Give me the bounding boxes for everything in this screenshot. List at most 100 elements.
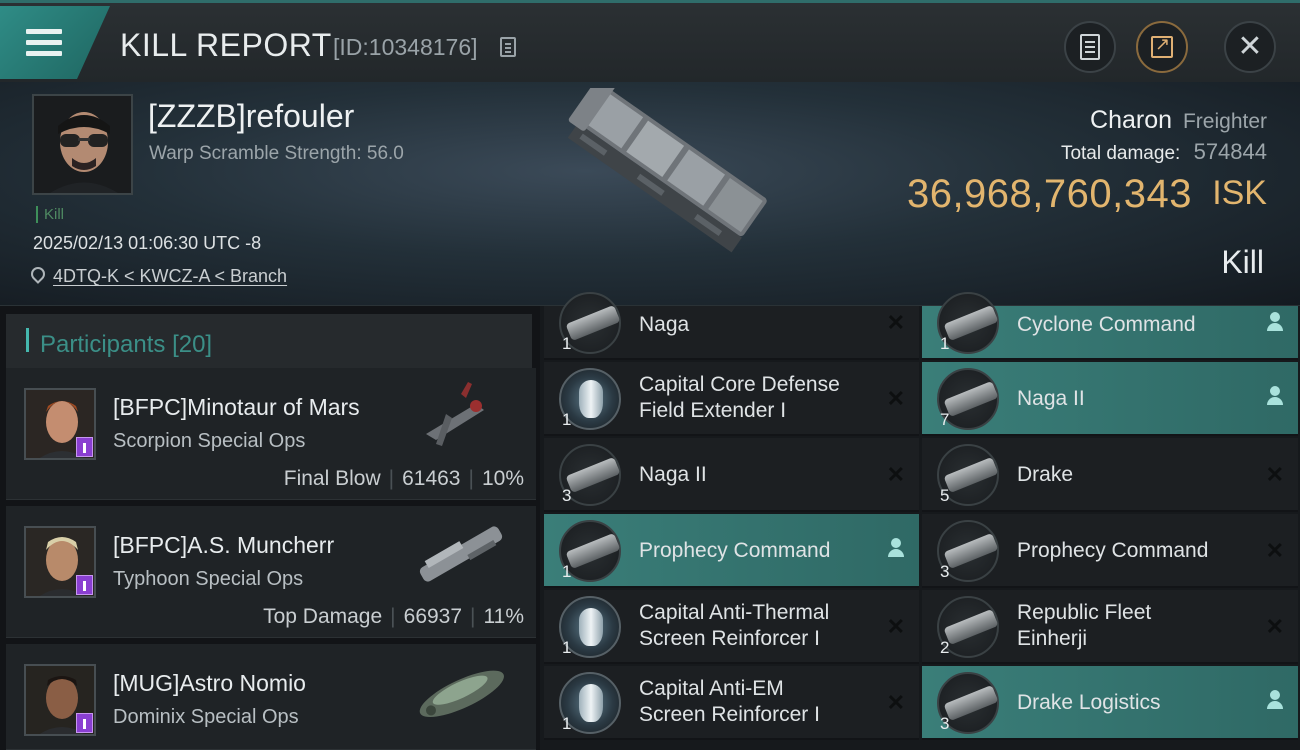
participant-ship-render <box>419 670 504 718</box>
participant-ship: Dominix Special Ops <box>113 706 299 728</box>
item-label: Capital Anti-Thermal Screen Reinforcer I <box>639 601 830 650</box>
victim-ship-render <box>567 88 767 253</box>
close-icon[interactable]: ✕ <box>1266 540 1284 562</box>
participant-ship-render <box>426 382 484 446</box>
grid-item[interactable]: 1 Naga ✕ <box>544 292 919 360</box>
close-button[interactable]: ✕ <box>1224 21 1276 73</box>
menu-button[interactable] <box>0 6 110 79</box>
grid-item[interactable]: 5 Drake ✕ <box>922 438 1298 512</box>
isk-value: 36,968,760,343 <box>906 172 1192 216</box>
item-quantity: 7 <box>940 410 950 429</box>
share-icon <box>1151 34 1173 58</box>
copy-icon[interactable] <box>500 37 516 57</box>
total-damage: Total damage: 574844 <box>1061 139 1267 165</box>
participant-name: [BFPC]A.S. Muncherr <box>113 532 335 558</box>
item-label: Prophecy Command <box>1017 539 1209 562</box>
participant-name: [BFPC]Minotaur of Mars <box>113 394 360 420</box>
ship-name: Charon <box>1090 106 1173 134</box>
item-label: Capital Core Defense Field Extender I <box>639 373 840 422</box>
person-icon[interactable] <box>1266 386 1284 406</box>
participant-name: [MUG]Astro Nomio <box>113 670 306 696</box>
item-quantity: 1 <box>562 410 572 429</box>
grid-item[interactable]: 7 Naga II <box>922 362 1298 436</box>
item-label: Naga <box>639 313 690 336</box>
close-icon: ✕ <box>1237 30 1263 63</box>
avatar <box>24 388 96 460</box>
top-bar: KILL REPORT [ID:10348176] ✕ <box>0 0 1300 82</box>
item-label: Cyclone Command <box>1017 313 1196 336</box>
item-label: Capital Anti-EM Screen Reinforcer I <box>639 677 820 726</box>
share-button[interactable] <box>1136 21 1188 73</box>
participant-stats: Top Damage | 66937 | 11% <box>263 605 524 628</box>
avatar <box>24 664 96 736</box>
stat-label: Final Blow <box>283 467 381 490</box>
header-accent <box>26 328 29 352</box>
item-label: Naga II <box>639 463 707 486</box>
rank-badge-icon <box>76 437 93 457</box>
participant-ship-render <box>419 526 503 582</box>
warp-scramble-strength: Warp Scramble Strength: 56.0 <box>149 143 404 164</box>
grid-item[interactable]: 2 Republic Fleet Einherji ✕ <box>922 590 1298 664</box>
grid-item[interactable]: 1 Capital Core Defense Field Extender I ✕ <box>544 362 919 436</box>
grid-item[interactable]: 1 Prophecy Command <box>544 514 919 588</box>
item-quantity: 5 <box>940 486 950 505</box>
total-damage-value: 574844 <box>1193 139 1267 164</box>
person-icon[interactable] <box>1266 312 1284 332</box>
damage-value: 66937 <box>403 605 463 628</box>
close-icon[interactable]: ✕ <box>1266 464 1284 486</box>
close-icon[interactable]: ✕ <box>1266 616 1284 638</box>
close-icon[interactable]: ✕ <box>887 616 905 638</box>
kill-timestamp: 2025/02/13 01:06:30 UTC -8 <box>33 233 262 253</box>
page-title: KILL REPORT <box>120 27 332 63</box>
victim-portrait[interactable] <box>32 94 133 195</box>
hamburger-icon <box>26 28 62 57</box>
item-label: Drake <box>1017 463 1074 486</box>
victim-ship[interactable]: Charon Freighter <box>1090 106 1267 135</box>
item-label: Drake Logistics <box>1017 691 1161 714</box>
item-label: Republic Fleet Einherji <box>1017 601 1152 650</box>
stat-label: Top Damage <box>263 605 383 628</box>
ship-class: Freighter <box>1182 110 1267 133</box>
grid-item[interactable]: 1 Capital Anti-Thermal Screen Reinforcer I… <box>544 590 919 664</box>
person-icon[interactable] <box>887 538 905 558</box>
item-quantity: 1 <box>562 334 572 353</box>
person-icon[interactable] <box>1266 690 1284 710</box>
grid-item[interactable]: 1 Cyclone Command <box>922 292 1298 360</box>
participant-row[interactable]: [MUG]Astro Nomio Dominix Special Ops <box>6 644 536 750</box>
item-label: Prophecy Command <box>639 539 831 562</box>
rank-badge-icon <box>76 713 93 733</box>
item-quantity: 1 <box>562 562 572 581</box>
item-quantity: 1 <box>562 638 572 657</box>
rank-badge-icon <box>76 575 93 595</box>
damage-percent: 10% <box>481 467 524 490</box>
participant-stats: Final Blow | 61463 | 10% <box>283 467 524 490</box>
clipboard-button[interactable] <box>1064 21 1116 73</box>
report-id: [ID:10348176] <box>333 34 478 60</box>
item-quantity: 2 <box>940 638 950 657</box>
participants-title: Participants [20] <box>40 331 213 358</box>
item-quantity: 3 <box>940 562 950 581</box>
participant-row[interactable]: [BFPC]Minotaur of Mars Scorpion Special … <box>6 368 536 500</box>
damage-value: 61463 <box>402 467 461 490</box>
close-icon[interactable]: ✕ <box>887 312 905 334</box>
item-label: Naga II <box>1017 387 1085 410</box>
grid-item[interactable]: 3 Prophecy Command ✕ <box>922 514 1298 588</box>
close-icon[interactable]: ✕ <box>887 464 905 486</box>
damage-percent: 11% <box>483 605 524 628</box>
participant-row[interactable]: [BFPC]A.S. Muncherr Typhoon Special Ops … <box>6 506 536 638</box>
close-icon[interactable]: ✕ <box>887 692 905 714</box>
participant-ship: Typhoon Special Ops <box>113 568 304 590</box>
victim-name[interactable]: [ZZZB]refouler <box>148 98 354 135</box>
item-quantity: 1 <box>562 714 572 733</box>
grid-item[interactable]: 1 Capital Anti-EM Screen Reinforcer I ✕ <box>544 666 919 740</box>
location-link[interactable]: 4DTQ-K < KWCZ-A < Branch <box>53 266 287 287</box>
location-pin-icon <box>28 264 48 284</box>
close-icon[interactable]: ✕ <box>887 388 905 410</box>
grid-item[interactable]: 3 Naga II ✕ <box>544 438 919 512</box>
grid-item[interactable]: 3 Drake Logistics <box>922 666 1298 740</box>
clipboard-icon <box>1080 34 1100 60</box>
participants-header: Participants [20] <box>6 314 532 370</box>
isk-unit: ISK <box>1212 174 1267 212</box>
participants-panel: Participants [20] [BFPC]Minotaur of Mars… <box>0 306 540 750</box>
item-quantity: 1 <box>940 334 950 353</box>
